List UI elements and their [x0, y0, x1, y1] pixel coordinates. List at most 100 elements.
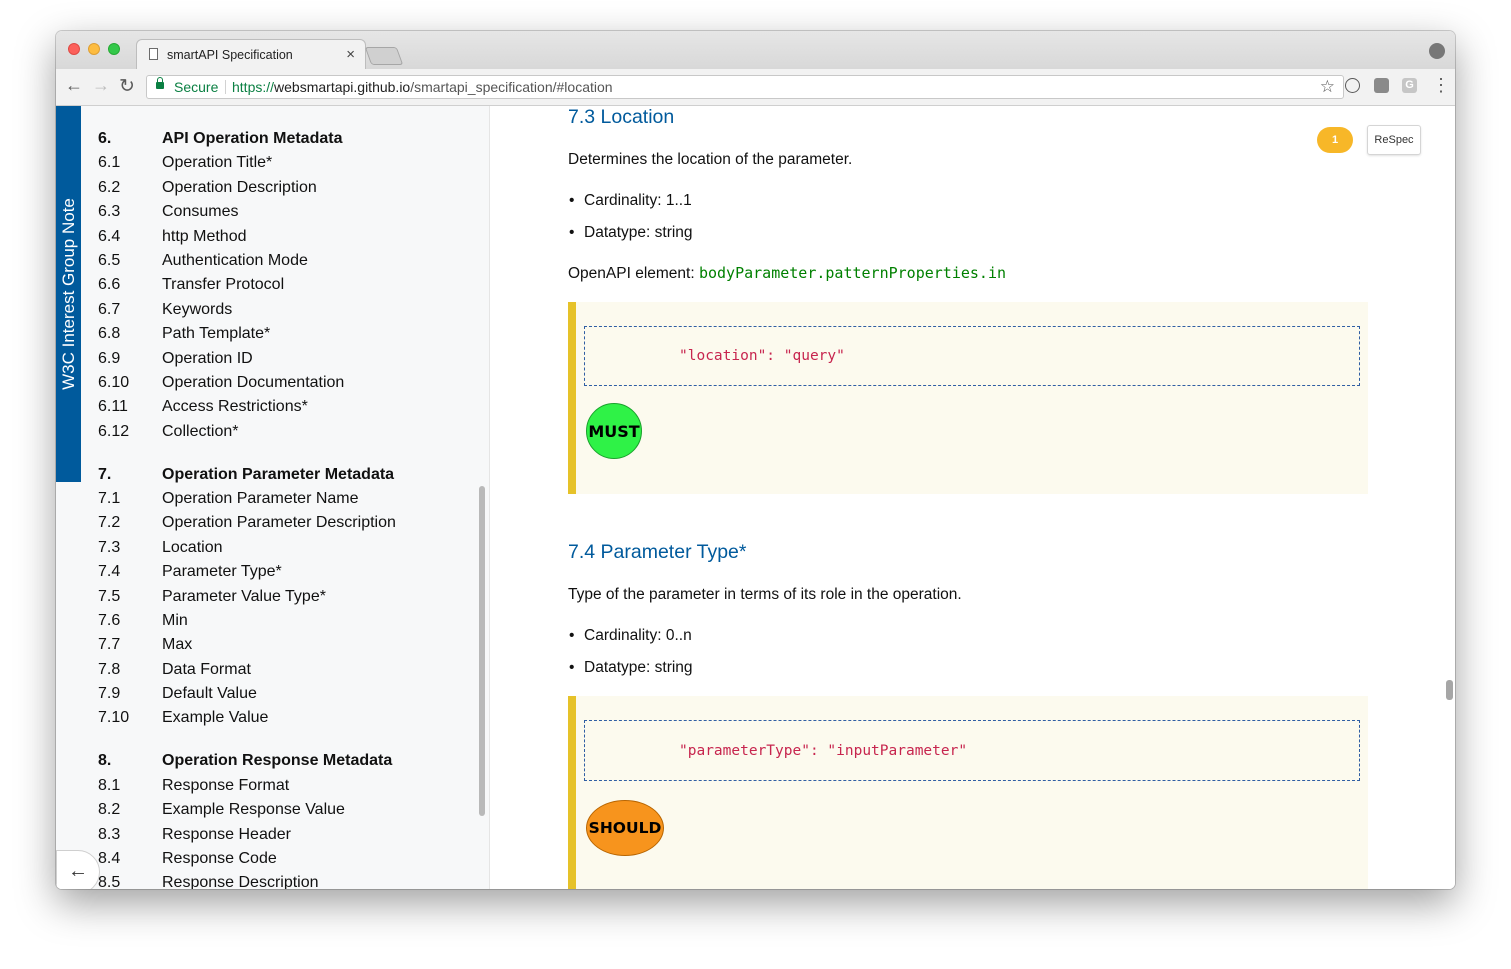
toc-label: Response Header: [162, 825, 291, 843]
tab-bar: smartAPI Specification ×: [56, 31, 1455, 69]
toc-label: Operation Parameter Metadata: [162, 465, 395, 483]
toc-section-6[interactable]: 6. API Operation Metadata: [98, 128, 489, 152]
toc-number: 6.11: [98, 398, 128, 416]
tab-title: smartAPI Specification: [167, 48, 293, 62]
secure-label: Secure: [174, 79, 219, 95]
toc-label: Parameter Value Type*: [162, 587, 326, 605]
toc-section-8[interactable]: 8. Operation Response Metadata: [98, 750, 489, 774]
tab-smartapi-spec[interactable]: smartAPI Specification ×: [136, 39, 366, 69]
toc-label: Response Format: [162, 776, 290, 794]
toc-item[interactable]: 8.4 Response Code: [98, 848, 489, 872]
toc-label: Authentication Mode: [162, 251, 308, 269]
toc-number: 6.12: [98, 422, 130, 440]
toc-number: 7.: [98, 465, 112, 483]
parameter-type-cardinality: Cardinality: 0..n: [569, 627, 692, 645]
toc-label: http Method: [162, 227, 247, 245]
bookmark-star-icon[interactable]: ☆: [1320, 77, 1335, 97]
url-host: websmartapi.github.io: [274, 79, 411, 95]
toc-item[interactable]: 6.8 Path Template*: [98, 323, 489, 347]
toc-number: 6.2: [98, 178, 121, 196]
url-text[interactable]: https://websmartapi.github.io/smartapi_s…: [232, 79, 613, 95]
section-heading-parameter-type[interactable]: 7.4 Parameter Type*: [568, 541, 747, 564]
toc-item[interactable]: 6.11 Access Restrictions*: [98, 396, 489, 420]
location-cardinality: Cardinality: 1..1: [569, 192, 692, 210]
browser-menu-icon[interactable]: ⋮: [1432, 75, 1450, 96]
toc-item[interactable]: 7.6 Min: [98, 610, 489, 634]
w3c-status-ribbon[interactable]: W3C Interest Group Note: [56, 106, 81, 482]
parameter-type-description: Type of the parameter in terms of its ro…: [568, 586, 962, 603]
toc-item[interactable]: 6.1 Operation Title*: [98, 152, 489, 176]
toc-item[interactable]: 7.8 Data Format: [98, 659, 489, 683]
toc-number: 7.5: [98, 587, 121, 605]
should-badge: SHOULD: [586, 800, 664, 856]
tab-close-icon[interactable]: ×: [346, 46, 355, 63]
location-example-code: "location": "query": [584, 326, 1360, 386]
toc-item[interactable]: 6.10 Operation Documentation: [98, 372, 489, 396]
toc-item[interactable]: 7.9 Default Value: [98, 683, 489, 707]
new-tab-button[interactable]: [364, 47, 404, 65]
section-heading-location[interactable]: 7.3 Location: [568, 106, 674, 129]
toc-item[interactable]: 8.1 Response Format: [98, 775, 489, 799]
toc-number: 6.6: [98, 276, 121, 294]
toc-item[interactable]: 6.7 Keywords: [98, 299, 489, 323]
toc-label: Data Format: [162, 660, 251, 678]
toc-item[interactable]: 7.2 Operation Parameter Description: [98, 512, 489, 536]
respec-button[interactable]: ReSpec: [1367, 125, 1421, 155]
toc-number: 7.10: [98, 709, 130, 727]
toc-number: 6.8: [98, 325, 121, 343]
w3c-status-text: W3C Interest Group Note: [58, 198, 78, 390]
toc-label: Max: [162, 636, 193, 654]
toc-item[interactable]: 6.6 Transfer Protocol: [98, 274, 489, 298]
toc-section-7[interactable]: 7. Operation Parameter Metadata: [98, 464, 489, 488]
toc-label: Operation Parameter Name: [162, 489, 359, 507]
toc-item[interactable]: 8.3 Response Header: [98, 824, 489, 848]
toc-label: Access Restrictions*: [162, 398, 308, 416]
toc-toggle-button[interactable]: ←: [56, 850, 100, 889]
toc-number: 7.8: [98, 660, 121, 678]
toc-label: Parameter Type*: [162, 563, 282, 581]
toc-item[interactable]: 6.12 Collection*: [98, 421, 489, 445]
toc-label: Operation Response Metadata: [162, 752, 393, 770]
toc-item[interactable]: 7.5 Parameter Value Type*: [98, 586, 489, 610]
grammarly-extension-icon[interactable]: G: [1402, 78, 1417, 93]
toc-item[interactable]: 7.4 Parameter Type*: [98, 561, 489, 585]
extension-icon[interactable]: [1374, 78, 1389, 93]
zoom-window-button[interactable]: [108, 43, 120, 55]
openapi-element: OpenAPI element: bodyParameter.patternPr…: [568, 264, 1006, 283]
toc-item-location[interactable]: 7.3 Location: [98, 537, 489, 561]
toc-number: 7.4: [98, 563, 121, 581]
main-scrollbar[interactable]: [1446, 680, 1453, 700]
close-window-button[interactable]: [68, 43, 80, 55]
toc-label: Operation ID: [162, 349, 253, 367]
toc-item[interactable]: 6.2 Operation Description: [98, 177, 489, 201]
toc-item[interactable]: 7.7 Max: [98, 634, 489, 658]
toc-number: 7.2: [98, 514, 121, 532]
toc-number: 6.9: [98, 349, 121, 367]
toc-number: 8.4: [98, 849, 121, 867]
toc-item[interactable]: 6.9 Operation ID: [98, 348, 489, 372]
toc-item[interactable]: 7.10 Example Value: [98, 707, 489, 731]
toc-item[interactable]: 6.3 Consumes: [98, 201, 489, 225]
toc-label: API Operation Metadata: [162, 130, 343, 147]
forward-button[interactable]: →: [92, 75, 110, 96]
url-separator: [225, 80, 226, 94]
reload-button[interactable]: ↻: [119, 75, 135, 98]
address-bar[interactable]: Secure https://websmartapi.github.io/sma…: [146, 75, 1344, 99]
profile-icon[interactable]: [1429, 43, 1445, 59]
info-extension-icon[interactable]: [1345, 78, 1360, 93]
toc-item[interactable]: 7.1 Operation Parameter Name: [98, 488, 489, 512]
toc-item[interactable]: 6.4 http Method: [98, 226, 489, 250]
back-button[interactable]: ←: [65, 75, 83, 96]
respec-warning-count[interactable]: 1: [1317, 127, 1353, 153]
toc-item[interactable]: 8.2 Example Response Value: [98, 799, 489, 823]
toc-label: Operation Parameter Description: [162, 514, 396, 532]
toc-item[interactable]: 6.5 Authentication Mode: [98, 250, 489, 274]
toc-label: Consumes: [162, 203, 239, 221]
toc-item[interactable]: 8.5 Response Description: [98, 872, 489, 889]
minimize-window-button[interactable]: [88, 43, 100, 55]
toc-number: 6.1: [98, 154, 121, 172]
sidebar-scrollbar[interactable]: [479, 486, 485, 816]
url-scheme: https://: [232, 79, 275, 95]
toc-number: 7.1: [98, 489, 121, 507]
page-viewport: W3C Interest Group Note 6. API Operation …: [56, 106, 1455, 889]
